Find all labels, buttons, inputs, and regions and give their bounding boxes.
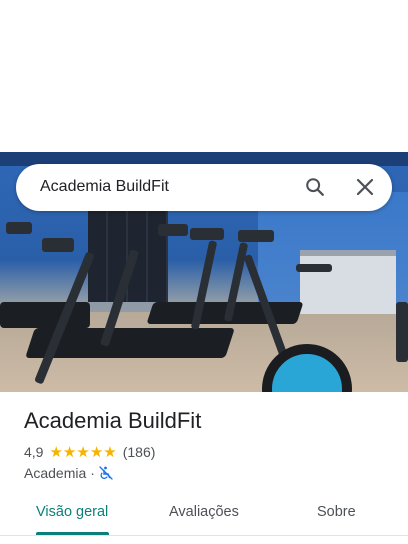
tabs-divider	[0, 535, 408, 536]
bike-right	[396, 302, 408, 362]
star-icon: ★	[89, 443, 104, 461]
separator: ·	[90, 465, 95, 481]
not-wheelchair-accessible-icon	[99, 466, 113, 480]
star-icon: ★	[76, 443, 90, 461]
treadmill-console	[158, 224, 188, 236]
rating-row[interactable]: 4,9 ★ ★ ★ ★ ★ (186)	[24, 444, 155, 460]
treadmill-console	[6, 222, 32, 234]
category-row: Academia ·	[24, 465, 113, 481]
treadmill-console	[238, 230, 274, 242]
star-icon: ★	[49, 443, 63, 461]
search-bar	[16, 164, 392, 211]
search-icon[interactable]	[300, 172, 330, 202]
tab-bar: Visão geral Avaliações Sobre	[0, 490, 408, 536]
treadmill-console	[42, 238, 74, 252]
treadmill-deck	[0, 302, 90, 328]
tab-about[interactable]: Sobre	[317, 504, 356, 520]
place-name: Academia BuildFit	[24, 408, 202, 433]
bike-seat	[296, 264, 332, 272]
tab-overview[interactable]: Visão geral	[36, 504, 108, 520]
place-category: Academia	[24, 465, 87, 481]
blank-area	[0, 0, 408, 152]
close-icon[interactable]	[350, 172, 380, 202]
review-count[interactable]: (186)	[123, 444, 156, 460]
search-input[interactable]	[40, 176, 290, 198]
star-rating: ★ ★ ★ ★ ★	[49, 445, 116, 460]
tab-reviews[interactable]: Avaliações	[169, 504, 239, 520]
treadmill-console	[190, 228, 224, 240]
star-icon: ★	[103, 443, 117, 461]
rating-value: 4,9	[24, 444, 44, 460]
star-icon: ★	[62, 443, 77, 461]
photo-counter	[300, 250, 396, 314]
